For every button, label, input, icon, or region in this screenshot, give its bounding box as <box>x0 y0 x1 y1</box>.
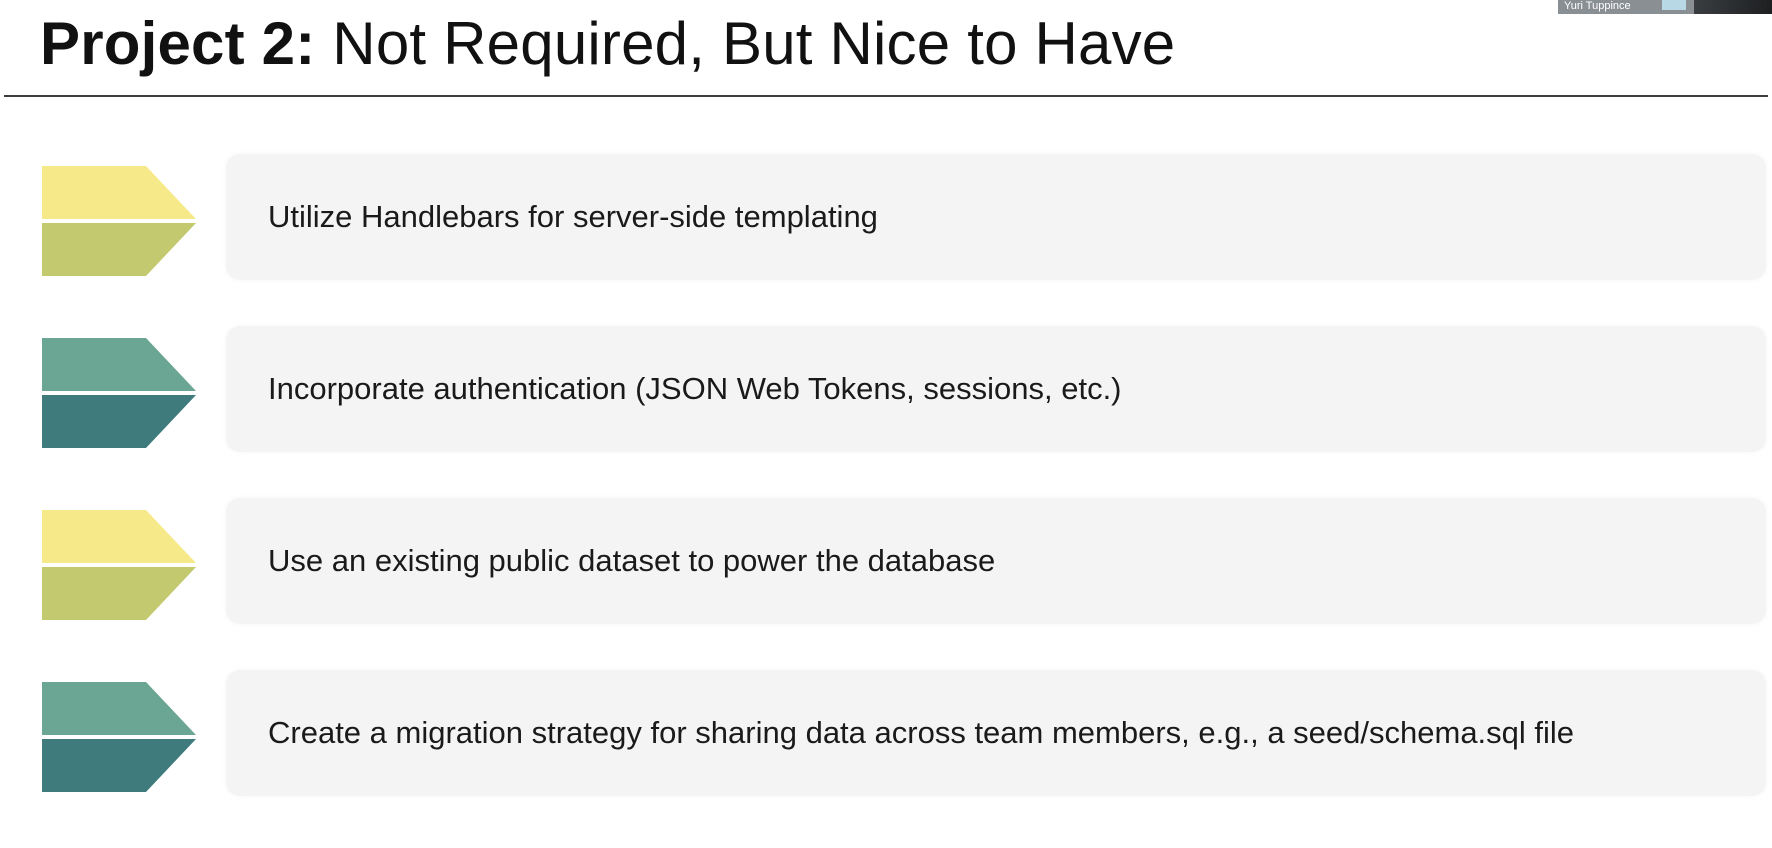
item-text: Utilize Handlebars for server-side templ… <box>268 199 878 234</box>
list-item: Utilize Handlebars for server-side templ… <box>0 154 1772 280</box>
slide-title-bold: Project 2: <box>40 10 316 77</box>
chevron-arrow-icon <box>42 338 196 448</box>
chevron-arrow-icon <box>42 510 196 620</box>
chevron-bottom-half <box>42 395 196 448</box>
chevron-top-half <box>42 510 196 563</box>
list-item: Incorporate authentication (JSON Web Tok… <box>0 326 1772 452</box>
speaker-video-thumbnail[interactable]: Yuri Tuppince <box>1558 0 1772 14</box>
chevron-top-half <box>42 682 196 735</box>
chevron-arrow-icon <box>42 682 196 792</box>
item-card: Utilize Handlebars for server-side templ… <box>226 154 1766 280</box>
slide-title: Project 2: Not Required, But Nice to Hav… <box>40 4 1175 84</box>
item-card: Incorporate authentication (JSON Web Tok… <box>226 326 1766 452</box>
slide-title-rest: Not Required, But Nice to Have <box>315 10 1176 77</box>
item-card: Create a migration strategy for sharing … <box>226 670 1766 796</box>
title-divider <box>4 95 1768 97</box>
list-item: Create a migration strategy for sharing … <box>0 670 1772 796</box>
video-panel <box>1694 0 1772 14</box>
item-text: Use an existing public dataset to power … <box>268 543 996 578</box>
list-item: Use an existing public dataset to power … <box>0 498 1772 624</box>
chevron-bottom-half <box>42 223 196 276</box>
item-text: Create a migration strategy for sharing … <box>268 715 1575 750</box>
camera-feed <box>1662 0 1686 10</box>
chevron-arrow-icon <box>42 166 196 276</box>
speaker-name: Yuri Tuppince <box>1564 0 1631 12</box>
chevron-bottom-half <box>42 567 196 620</box>
item-text: Incorporate authentication (JSON Web Tok… <box>268 371 1122 406</box>
item-card: Use an existing public dataset to power … <box>226 498 1766 624</box>
slide: Project 2: Not Required, But Nice to Hav… <box>0 0 1772 848</box>
chevron-top-half <box>42 166 196 219</box>
chevron-top-half <box>42 338 196 391</box>
chevron-bottom-half <box>42 739 196 792</box>
speaker-video: Yuri Tuppince <box>1558 0 1694 14</box>
